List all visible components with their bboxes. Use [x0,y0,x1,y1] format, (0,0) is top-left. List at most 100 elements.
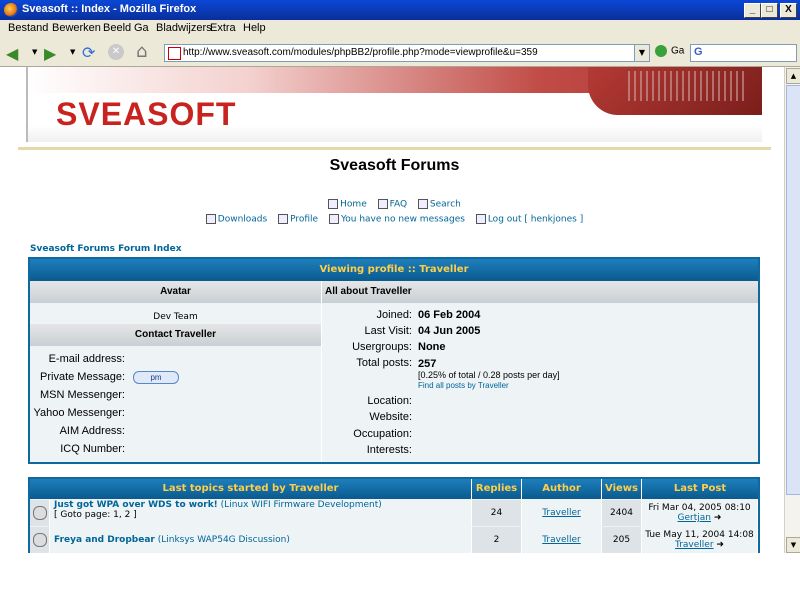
faq-icon [377,199,388,209]
pm-button[interactable]: pm [133,371,179,384]
author-cell: Traveller [522,527,602,553]
pm-label: Private Message: [40,371,125,383]
yahoo-label: Yahoo Messenger: [33,407,125,419]
topic-link[interactable]: Freya and Dropbear [54,535,155,545]
replies-count: 24 [472,500,522,526]
lastpost-user-link[interactable]: Traveller [675,540,714,550]
interests-label: Interests: [366,444,412,456]
menu-beeld[interactable]: Beeld [103,22,131,34]
search-icon [417,199,428,209]
minimize-button[interactable]: _ [744,3,761,18]
lastpost-cell: Fri Mar 04, 2005 08:10 Gertjan ➜ [642,500,758,526]
sveasoft-logo[interactable]: SVEASOFT [56,96,236,133]
find-posts-link[interactable]: Find all posts by Traveller [418,381,509,390]
menu-bladwijzers[interactable]: Bladwijzers [156,22,212,34]
site-title: Sveasoft Forums [329,157,460,174]
back-dropdown-icon[interactable]: ▼ [32,48,37,56]
site-favicon [168,47,181,60]
close-button[interactable]: X [780,3,797,18]
address-dropdown-icon[interactable]: ▼ [634,44,650,62]
author-cell: Traveller [522,500,602,526]
downloads-link[interactable]: Downloads [205,214,267,225]
menu-bewerken[interactable]: Bewerken [52,22,101,34]
table-row: Just got WPA over WDS to work! (Linux WI… [30,500,758,527]
forward-dropdown-icon[interactable]: ▼ [70,48,75,56]
topic-link[interactable]: Just got WPA over WDS to work! [54,500,218,510]
breadcrumb[interactable]: Sveasoft Forums Forum Index [30,244,182,254]
window-titlebar: Sveasoft :: Index - Mozilla Firefox _ □ … [0,0,800,20]
lastpost-user-link[interactable]: Gertjan [678,513,711,523]
msn-label: MSN Messenger: [40,389,125,401]
scroll-down-icon[interactable]: ▼ [786,537,800,553]
logout-icon [475,214,486,224]
firefox-icon [4,3,18,17]
usergroups-value: None [418,341,446,353]
back-icon[interactable]: ◀ [6,44,18,63]
search-input[interactable]: G [690,44,797,62]
profile-link[interactable]: Profile [278,214,318,225]
lastpost-cell: Tue May 11, 2004 14:08 Traveller ➜ [642,527,758,553]
pm-button-label: pm [133,371,179,384]
address-bar[interactable]: http://www.sveasoft.com/modules/phpBB2/p… [164,44,636,62]
site-banner: SVEASOFT [28,67,762,142]
messages-link[interactable]: You have no new messages [328,214,465,225]
logout-link[interactable]: Log out [ henkjones ] [475,214,583,225]
topic-title-cell: Freya and Dropbear (Linksys WAP54G Discu… [50,527,472,553]
lastpost-date: Tue May 11, 2004 14:08 [645,530,754,540]
faq-link[interactable]: FAQ [377,199,407,210]
maximize-button[interactable]: □ [761,3,778,18]
menu-bestand[interactable]: Bestand [8,22,48,34]
scroll-up-icon[interactable]: ▲ [786,68,800,84]
reload-icon[interactable]: ⟳ [82,43,95,62]
topic-forum-link[interactable]: (Linux WIFI Firmware Development) [221,500,382,510]
menu-ga[interactable]: Ga [134,22,149,34]
scroll-thumb[interactable] [786,85,800,495]
topic-forum-link[interactable]: (Linksys WAP54G Discussion) [158,535,290,545]
topic-icon [32,533,47,547]
joined-value: 06 Feb 2004 [418,309,481,321]
top-links-row1: Home FAQ Search [18,199,771,210]
topic-status-cell [30,500,50,526]
author-link[interactable]: Traveller [542,508,581,518]
aim-label: AIM Address: [59,425,125,437]
menu-help[interactable]: Help [243,22,266,34]
menu-extra[interactable]: Extra [210,22,236,34]
location-label: Location: [367,395,412,407]
topic-status-cell [30,527,50,553]
home-icon[interactable]: ⌂ [136,41,147,62]
go-icon [655,45,667,57]
replies-header: Replies [472,479,522,499]
author-header: Author [522,479,602,499]
topic-icon [32,506,47,520]
profile-heading: Viewing profile :: Traveller [30,259,758,281]
page-viewport: SVEASOFT Sveasoft Forums Home FAQ Search… [0,67,784,553]
user-rank: Dev Team [153,312,198,322]
stop-icon[interactable]: ✕ [108,44,124,60]
vertical-scrollbar[interactable]: ▲ ▼ [784,67,800,553]
contact-header: Contact Traveller [30,324,321,346]
lastpost-date: Fri Mar 04, 2005 08:10 [648,503,751,513]
profile-icon [278,214,289,224]
goto-last-icon[interactable]: ➜ [716,540,724,550]
author-link[interactable]: Traveller [542,535,581,545]
views-count: 2404 [602,500,642,526]
home-link-icon [328,199,339,209]
go-button[interactable]: Ga [655,45,684,57]
about-column: Joined: 06 Feb 2004 Last Visit: 04 Jun 2… [322,303,758,462]
address-text: http://www.sveasoft.com/modules/phpBB2/p… [183,47,538,58]
posts-detail: [0.25% of total / 0.28 posts per day] [418,370,560,380]
about-column-header: All about Traveller [322,281,758,303]
topic-goto-pages[interactable]: [ Goto page: 1, 2 ] [54,510,137,520]
icq-label: ICQ Number: [60,443,125,455]
home-link[interactable]: Home [328,199,367,210]
window-title: Sveasoft :: Index - Mozilla Firefox [22,3,197,15]
posts-value: 257 [418,358,437,370]
search-link[interactable]: Search [417,199,461,210]
occupation-label: Occupation: [353,428,412,440]
forward-icon[interactable]: ▶ [44,44,56,63]
joined-label: Joined: [376,309,412,321]
google-icon: G [694,46,703,58]
goto-last-icon[interactable]: ➜ [714,513,722,523]
lastpost-header: Last Post [642,479,758,499]
go-label: Ga [671,45,685,57]
